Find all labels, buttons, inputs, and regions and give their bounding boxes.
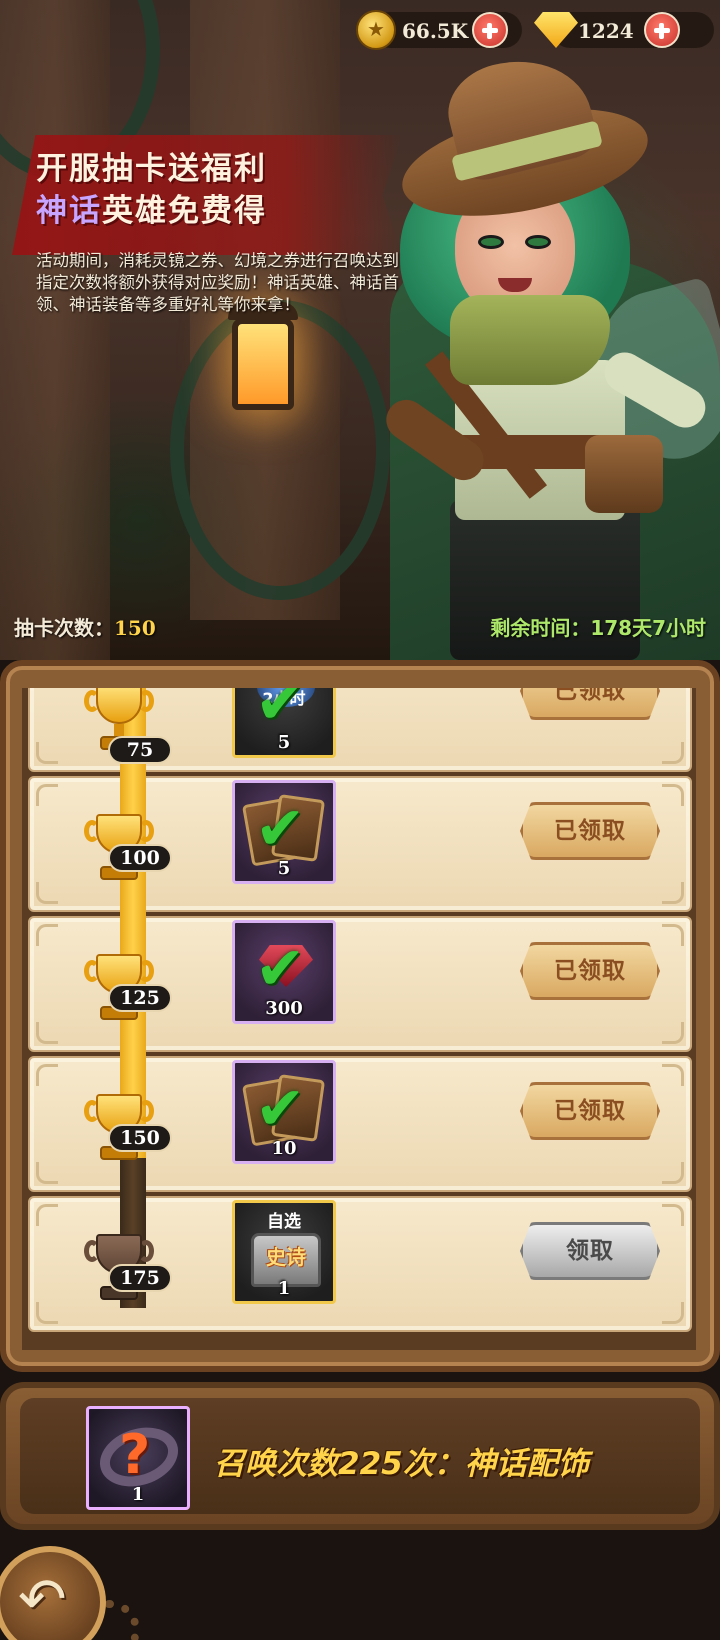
milestone-badge: 75 [108, 736, 172, 764]
checkmark-icon: ✔ [255, 1074, 306, 1144]
lantern-illustration [228, 302, 298, 410]
reward-item-cards[interactable]: ✔ 10 [232, 1060, 336, 1164]
event-title-line2: 神话英雄免费得 [36, 185, 267, 230]
resource-bar: 66.5K 1224 [356, 8, 714, 52]
reward-item-cards[interactable]: ✔ 5 [232, 780, 336, 884]
gold-coin-icon [356, 10, 396, 50]
claimed-button[interactable]: 已领取 [520, 688, 660, 720]
time-remaining-label: 剩余时间： [490, 616, 591, 640]
checkmark-icon: ✔ [255, 688, 306, 738]
draw-count-label: 抽卡次数： [14, 616, 114, 640]
milestone-badge: 100 [108, 844, 172, 872]
next-reward-text: 召唤次数225次：神话配饰 [214, 1446, 589, 1482]
event-description: 活动期间，消耗灵镜之券、幻境之券进行召唤达到指定次数将额外获得对应奖励！神话英雄… [36, 251, 399, 314]
reward-item-timed-orb[interactable]: 2小时 ✔ 5 [232, 688, 336, 758]
milestone-badge: 175 [108, 1264, 172, 1292]
reward-qty: 5 [277, 732, 291, 753]
title-highlight: 神话 [36, 193, 102, 229]
time-remaining-value: 178天7小时 [590, 616, 706, 640]
claim-button[interactable]: 领取 [520, 1222, 660, 1280]
back-arrow-icon: ↶ [18, 1565, 67, 1633]
mystery-accessory-icon[interactable]: ? 1 [86, 1406, 190, 1510]
diamond-amount: 1224 [578, 19, 634, 43]
chest-select-label: 自选 [267, 1212, 301, 1232]
draw-count: 抽卡次数：150 [14, 612, 156, 641]
hero-banner: 66.5K 1224 开服抽卡送福利 神话英雄免费得 活动期间，消耗灵镜之券、幻… [0, 0, 720, 660]
reward-list[interactable]: 75 2小时 ✔ 5 已领取 100 ✔ 5 已领取 125 ✔ 300 已领取… [22, 688, 696, 1350]
milestone-badge: 125 [108, 984, 172, 1012]
claimed-button[interactable]: 已领取 [520, 1082, 660, 1140]
reward-item-epic-chest[interactable]: 自选 史诗 1 [232, 1200, 336, 1304]
heroine-illustration [378, 40, 720, 660]
chest-rarity-label: 史诗 [266, 1245, 306, 1269]
reward-qty: 10 [271, 1138, 297, 1159]
claimed-button[interactable]: 已领取 [520, 942, 660, 1000]
gold-amount: 66.5K [402, 19, 469, 43]
reward-qty: 1 [131, 1484, 145, 1505]
title-rest: 英雄免费得 [102, 193, 267, 229]
back-button[interactable]: ↶ [0, 1546, 106, 1640]
add-diamond-button[interactable] [644, 12, 680, 48]
add-gold-button[interactable] [472, 12, 508, 48]
milestone-badge: 150 [108, 1124, 172, 1152]
reward-item-gems[interactable]: ✔ 300 [232, 920, 336, 1024]
reward-qty: 5 [277, 858, 291, 879]
claimed-button[interactable]: 已领取 [520, 802, 660, 860]
reward-qty: 1 [277, 1278, 291, 1299]
event-title-line1: 开服抽卡送福利 [36, 151, 267, 187]
question-mark-icon: ? [119, 1423, 151, 1486]
checkmark-icon: ✔ [255, 934, 306, 1004]
checkmark-icon: ✔ [255, 794, 306, 864]
time-remaining: 剩余时间：178天7小时 [490, 612, 706, 641]
draw-count-value: 150 [114, 616, 156, 640]
reward-qty: 300 [265, 998, 303, 1019]
